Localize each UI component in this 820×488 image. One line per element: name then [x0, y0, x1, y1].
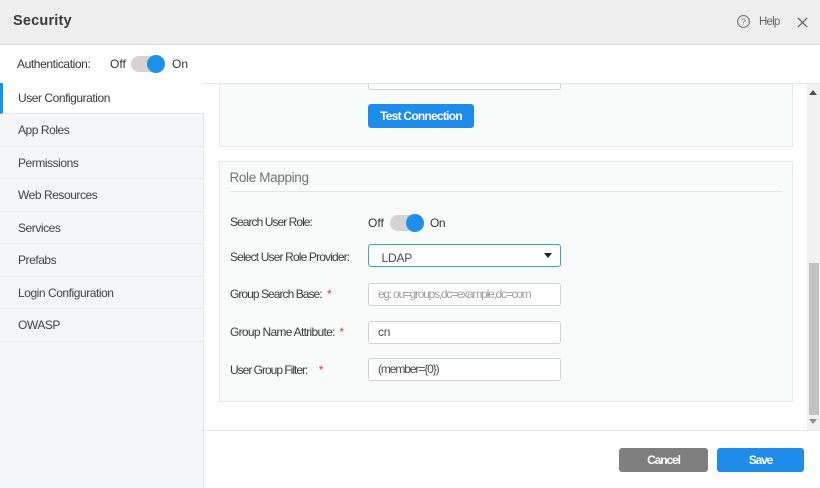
svg-text:?: ?: [741, 16, 746, 26]
